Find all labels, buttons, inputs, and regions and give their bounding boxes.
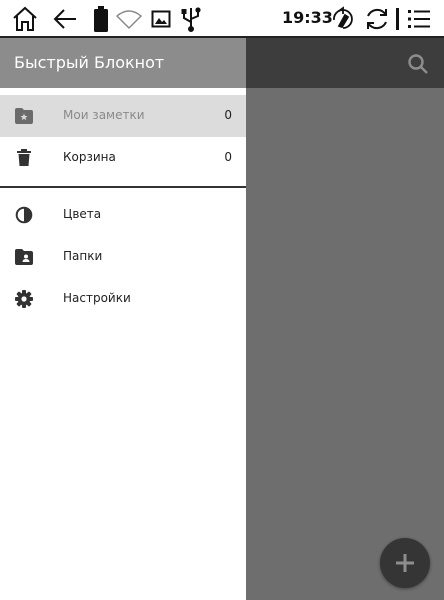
drawer-item-label: Папки <box>63 249 103 263</box>
status-separator <box>396 8 399 30</box>
refresh-icon[interactable] <box>362 4 392 34</box>
system-status-bar: 19:33 <box>0 0 444 38</box>
drawer-item-label: Настройки <box>63 291 131 305</box>
drawer-item-count: 0 <box>224 150 232 164</box>
drawer-item-label: Мои заметки <box>63 108 145 122</box>
folder-star-icon <box>14 106 34 126</box>
search-icon[interactable] <box>404 50 432 78</box>
drawer-item-folders[interactable]: Папки <box>0 236 246 278</box>
drawer-item-my-notes[interactable]: Мои заметки 0 <box>0 95 246 137</box>
drawer-item-trash[interactable]: Корзина 0 <box>0 137 246 179</box>
home-icon[interactable] <box>10 4 40 34</box>
sync-brush-icon[interactable] <box>328 4 358 34</box>
drawer-item-colors[interactable]: Цвета <box>0 194 246 236</box>
battery-icon <box>86 4 116 34</box>
gear-icon <box>14 289 34 309</box>
folder-account-icon <box>14 247 34 267</box>
drawer-header: Быстрый Блокнот <box>0 38 246 88</box>
app-title: Быстрый Блокнот <box>14 53 165 72</box>
back-arrow-icon[interactable] <box>50 4 80 34</box>
drawer-item-count: 0 <box>224 108 232 122</box>
plus-icon <box>396 554 414 572</box>
add-note-button[interactable] <box>380 538 430 588</box>
menu-icon[interactable] <box>404 4 434 34</box>
wifi-icon <box>114 4 144 34</box>
drawer-item-label: Корзина <box>63 150 116 164</box>
image-icon <box>146 4 176 34</box>
trash-icon <box>14 148 34 168</box>
usb-icon <box>176 4 206 34</box>
drawer-item-settings[interactable]: Настройки <box>0 278 246 320</box>
navigation-drawer: Быстрый Блокнот Мои заметки 0 Корзина 0 <box>0 38 246 600</box>
color-drop-icon <box>14 205 34 225</box>
clock-time: 19:33 <box>282 8 333 27</box>
drawer-divider <box>0 186 246 188</box>
drawer-item-label: Цвета <box>63 207 102 221</box>
